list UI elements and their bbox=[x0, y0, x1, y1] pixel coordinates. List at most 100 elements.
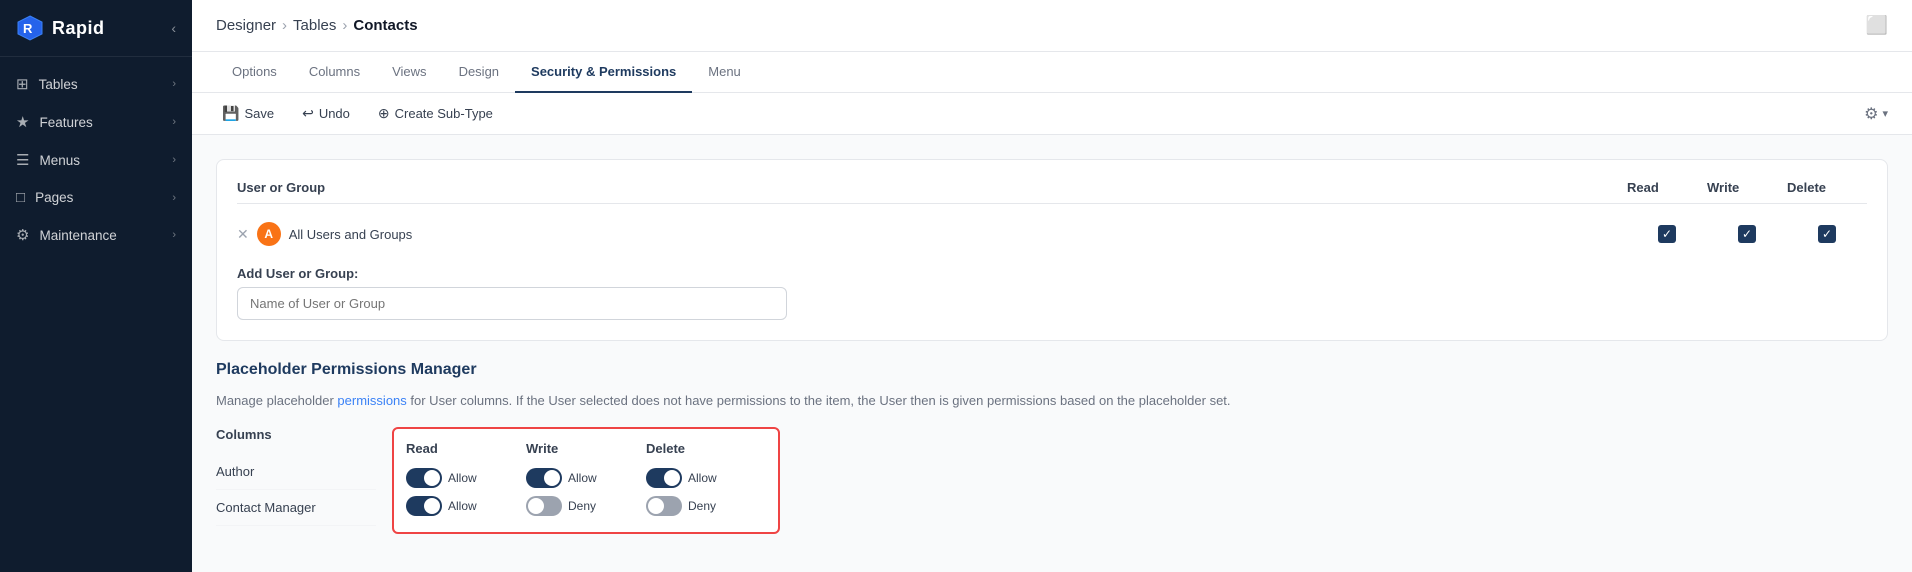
permissions-section: User or Group Read Write Delete ✕ A All … bbox=[216, 159, 1888, 341]
toggle-knob bbox=[424, 498, 440, 514]
breadcrumb-current: Contacts bbox=[353, 17, 417, 34]
col-read: Read bbox=[1627, 180, 1707, 195]
tables-icon: ⊞ bbox=[16, 75, 29, 93]
save-button[interactable]: 💾 Save bbox=[216, 101, 280, 126]
contact-read-toggle[interactable] bbox=[406, 496, 442, 516]
undo-icon: ↩ bbox=[302, 105, 314, 122]
author-write-toggle[interactable] bbox=[526, 468, 562, 488]
box-col-write: Write bbox=[526, 441, 646, 456]
placeholder-info-text: Manage placeholder permissions for User … bbox=[216, 391, 1888, 411]
add-user-section: Add User or Group: bbox=[237, 266, 1867, 320]
permissions-box-header: Read Write Delete bbox=[406, 441, 766, 456]
author-delete-toggle[interactable] bbox=[646, 468, 682, 488]
write-checkbox-cell: ✓ bbox=[1707, 225, 1787, 243]
chevron-right-icon: › bbox=[172, 78, 176, 90]
sidebar: R Rapid ‹ ⊞ Tables › ★ Features › ☰ Menu… bbox=[0, 0, 192, 572]
author-write-toggle-group: Allow bbox=[526, 468, 646, 488]
sidebar-collapse-button[interactable]: ‹ bbox=[171, 20, 176, 36]
toggle-knob bbox=[528, 498, 544, 514]
columns-list: Columns Author Contact Manager bbox=[216, 427, 376, 526]
chat-icon-button[interactable]: ⬜ bbox=[1866, 15, 1888, 36]
pages-icon: □ bbox=[16, 189, 25, 206]
tab-columns[interactable]: Columns bbox=[293, 52, 376, 93]
author-read-toggle[interactable] bbox=[406, 468, 442, 488]
permissions-link[interactable]: permissions bbox=[337, 393, 406, 408]
contact-write-toggle-group: Deny bbox=[526, 496, 646, 516]
breadcrumb-tables[interactable]: Tables bbox=[293, 17, 336, 34]
sidebar-item-tables[interactable]: ⊞ Tables › bbox=[0, 65, 192, 103]
columns-title: Columns bbox=[216, 427, 376, 442]
write-checkbox[interactable]: ✓ bbox=[1738, 225, 1756, 243]
table-row: ✕ A All Users and Groups ✓ ✓ ✓ bbox=[237, 214, 1867, 254]
create-icon: ⊕ bbox=[378, 105, 390, 122]
user-name: All Users and Groups bbox=[289, 227, 413, 242]
sidebar-item-pages[interactable]: □ Pages › bbox=[0, 179, 192, 216]
chevron-right-icon: › bbox=[172, 229, 176, 241]
main-content: Designer › Tables › Contacts ⬜ Options C… bbox=[192, 0, 1912, 572]
contact-read-toggle-group: Allow bbox=[406, 496, 526, 516]
placeholder-grid: Columns Author Contact Manager Read Writ… bbox=[216, 427, 1888, 534]
sidebar-item-label: Maintenance bbox=[39, 228, 116, 243]
box-col-read: Read bbox=[406, 441, 526, 456]
author-delete-label: Allow bbox=[688, 471, 717, 485]
sidebar-item-features[interactable]: ★ Features › bbox=[0, 103, 192, 141]
save-icon: 💾 bbox=[222, 105, 239, 122]
permissions-table-header: User or Group Read Write Delete bbox=[237, 180, 1867, 204]
contact-delete-toggle-group: Deny bbox=[646, 496, 766, 516]
sidebar-item-maintenance[interactable]: ⚙ Maintenance › bbox=[0, 216, 192, 254]
box-col-delete: Delete bbox=[646, 441, 766, 456]
maintenance-icon: ⚙ bbox=[16, 226, 29, 244]
toggle-knob bbox=[424, 470, 440, 486]
table-row: Allow Allow bbox=[406, 464, 766, 492]
permissions-box: Read Write Delete Allow bbox=[392, 427, 780, 534]
chevron-down-icon: ▾ bbox=[1882, 107, 1888, 120]
delete-checkbox-cell: ✓ bbox=[1787, 225, 1867, 243]
add-user-label: Add User or Group: bbox=[237, 266, 1867, 281]
menus-icon: ☰ bbox=[16, 151, 29, 169]
header-actions: ⬜ bbox=[1866, 15, 1888, 36]
read-checkbox[interactable]: ✓ bbox=[1658, 225, 1676, 243]
create-sub-type-button[interactable]: ⊕ Create Sub-Type bbox=[372, 101, 499, 126]
breadcrumb-designer[interactable]: Designer bbox=[216, 17, 276, 34]
undo-button[interactable]: ↩ Undo bbox=[296, 101, 356, 126]
sidebar-item-label: Pages bbox=[35, 190, 73, 205]
author-read-label: Allow bbox=[448, 471, 477, 485]
toolbar: 💾 Save ↩ Undo ⊕ Create Sub-Type ⚙ ▾ bbox=[192, 93, 1912, 135]
sidebar-nav: ⊞ Tables › ★ Features › ☰ Menus › □ Page… bbox=[0, 57, 192, 572]
col-write: Write bbox=[1707, 180, 1787, 195]
tab-menu[interactable]: Menu bbox=[692, 52, 757, 93]
user-group-cell: ✕ A All Users and Groups bbox=[237, 222, 1627, 246]
tab-design[interactable]: Design bbox=[443, 52, 515, 93]
author-read-toggle-group: Allow bbox=[406, 468, 526, 488]
sidebar-item-label: Features bbox=[39, 115, 92, 130]
delete-checkbox[interactable]: ✓ bbox=[1818, 225, 1836, 243]
placeholder-section-title: Placeholder Permissions Manager bbox=[216, 361, 1888, 379]
logo-icon: R bbox=[16, 14, 44, 42]
remove-user-button[interactable]: ✕ bbox=[237, 227, 249, 241]
contact-write-label: Deny bbox=[568, 499, 596, 513]
sidebar-logo: R Rapid ‹ bbox=[0, 0, 192, 57]
sidebar-item-label: Tables bbox=[39, 77, 78, 92]
breadcrumb-sep-2: › bbox=[342, 17, 347, 34]
contact-delete-toggle[interactable] bbox=[646, 496, 682, 516]
breadcrumb-sep-1: › bbox=[282, 17, 287, 34]
header: Designer › Tables › Contacts ⬜ bbox=[192, 0, 1912, 52]
settings-button[interactable]: ⚙ ▾ bbox=[1864, 104, 1888, 124]
toggle-knob bbox=[544, 470, 560, 486]
tab-options[interactable]: Options bbox=[216, 52, 293, 93]
chevron-right-icon: › bbox=[172, 154, 176, 166]
content-area: User or Group Read Write Delete ✕ A All … bbox=[192, 135, 1912, 572]
read-checkbox-cell: ✓ bbox=[1627, 225, 1707, 243]
gear-icon: ⚙ bbox=[1864, 104, 1878, 124]
tab-views[interactable]: Views bbox=[376, 52, 442, 93]
add-user-input[interactable] bbox=[237, 287, 787, 320]
chevron-right-icon: › bbox=[172, 192, 176, 204]
col-user-group: User or Group bbox=[237, 180, 1627, 195]
chevron-right-icon: › bbox=[172, 116, 176, 128]
breadcrumb: Designer › Tables › Contacts bbox=[216, 17, 418, 34]
logo-text: Rapid bbox=[52, 18, 105, 39]
tab-security[interactable]: Security & Permissions bbox=[515, 52, 692, 93]
contact-write-toggle[interactable] bbox=[526, 496, 562, 516]
sidebar-item-menus[interactable]: ☰ Menus › bbox=[0, 141, 192, 179]
toggle-knob bbox=[664, 470, 680, 486]
